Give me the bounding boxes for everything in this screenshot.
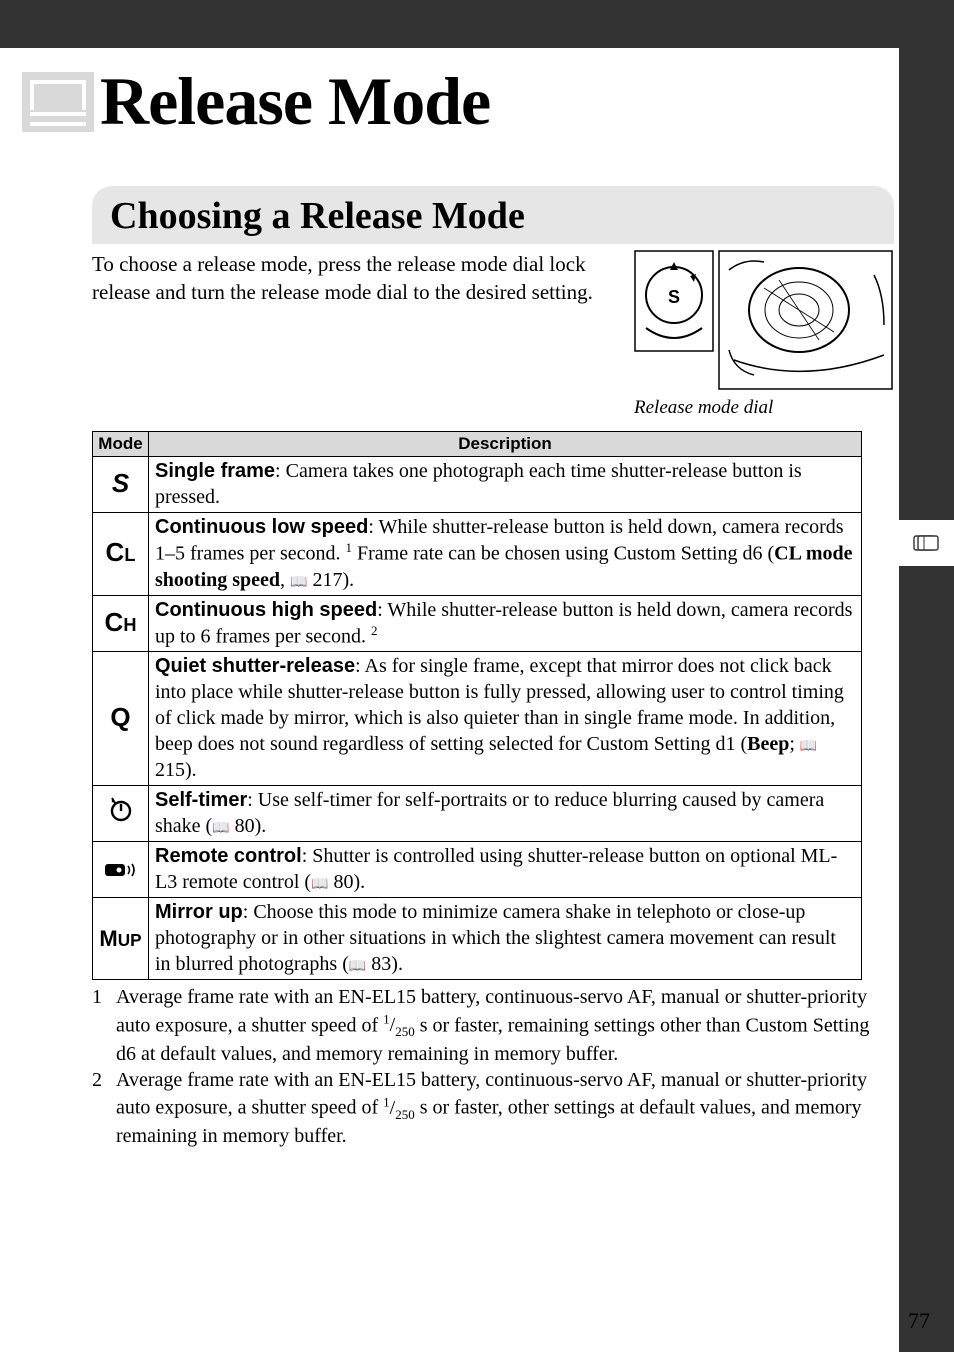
chapter-title: Release Mode: [100, 62, 490, 141]
diagram-container: S Release mode dial: [634, 250, 894, 419]
page-ref-icon: 📖: [290, 575, 307, 590]
diagram-caption: Release mode dial: [634, 397, 894, 419]
mode-desc-cl: Continuous low speed: While shutter-rele…: [149, 513, 862, 596]
mode-icon-cl: CL: [106, 537, 136, 567]
intro-paragraph: To choose a release mode, press the rele…: [92, 250, 622, 419]
mode-desc-quiet: Quiet shutter-release: As for single fra…: [149, 652, 862, 786]
page-number: 77: [908, 1308, 930, 1334]
section-heading-container: Choosing a Release Mode: [92, 186, 894, 244]
page-ref-icon: 📖: [212, 821, 229, 836]
svg-text:S: S: [668, 287, 680, 307]
table-row: Remote control: Shutter is controlled us…: [93, 842, 862, 898]
chapter-header: Release Mode: [0, 82, 954, 164]
table-header-description: Description: [149, 432, 862, 457]
mode-icon-single: S: [112, 468, 129, 498]
table-row: MUP Mirror up: Choose this mode to minim…: [93, 898, 862, 980]
table-row: S Single frame: Camera takes one photogr…: [93, 457, 862, 513]
footnote-1: 1 Average frame rate with an EN-EL15 bat…: [92, 984, 894, 1067]
release-modes-table: Mode Description S Single frame: Camera …: [92, 431, 862, 980]
remote-control-icon: [104, 861, 138, 879]
mode-icon-mup: MUP: [99, 926, 141, 951]
mode-desc-ch: Continuous high speed: While shutter-rel…: [149, 595, 862, 652]
top-dark-bar: [0, 0, 954, 48]
table-row: Self-timer: Use self-timer for self-port…: [93, 786, 862, 842]
table-row: CH Continuous high speed: While shutter-…: [93, 595, 862, 652]
release-mode-dial-diagram: S: [634, 250, 894, 390]
table-row: CL Continuous low speed: While shutter-r…: [93, 513, 862, 596]
mode-desc-remote: Remote control: Shutter is controlled us…: [149, 842, 862, 898]
mode-icon-ch: CH: [105, 607, 137, 637]
page-ref-icon: 📖: [800, 739, 817, 754]
section-heading: Choosing a Release Mode: [92, 186, 894, 244]
page-ref-icon: 📖: [349, 959, 366, 974]
self-timer-icon: [108, 796, 134, 822]
mode-desc-mup: Mirror up: Choose this mode to minimize …: [149, 898, 862, 980]
footnotes: 1 Average frame rate with an EN-EL15 bat…: [92, 984, 894, 1149]
chapter-icon: [22, 72, 94, 132]
footnote-2: 2 Average frame rate with an EN-EL15 bat…: [92, 1067, 894, 1150]
table-row: Q Quiet shutter-release: As for single f…: [93, 652, 862, 786]
mode-icon-quiet: Q: [110, 702, 130, 732]
mode-desc-timer: Self-timer: Use self-timer for self-port…: [149, 786, 862, 842]
page-ref-icon: 📖: [311, 877, 328, 892]
table-header-mode: Mode: [93, 432, 149, 457]
mode-desc-single: Single frame: Camera takes one photograp…: [149, 457, 862, 513]
